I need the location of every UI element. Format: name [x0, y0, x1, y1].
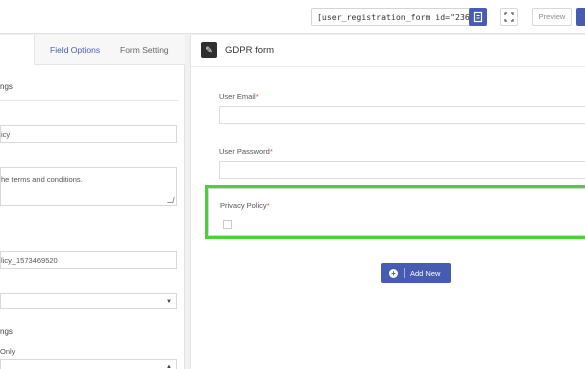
user-email-label: User Email*	[219, 92, 259, 101]
privacy-policy-frame: Privacy Policy*	[208, 188, 585, 236]
edit-title-button[interactable]: ✎	[201, 42, 217, 58]
chevron-down-icon: ▼	[166, 299, 172, 305]
copy-icon	[473, 11, 483, 23]
settings-tabs: Field Options Form Setting	[0, 35, 185, 65]
expand-icon	[504, 12, 514, 22]
privacy-policy-field-selected[interactable]: Privacy Policy*	[205, 185, 585, 239]
user-email-field[interactable]	[219, 106, 585, 124]
general-settings-heading: ngs	[0, 82, 13, 91]
top-toolbar: [user_registration_form id="236"] Previe…	[0, 0, 585, 34]
preview-button[interactable]: Preview	[532, 8, 572, 26]
pencil-icon: ✎	[205, 45, 213, 55]
plus-circle-icon: +	[389, 269, 398, 278]
tab-form-setting[interactable]: Form Setting	[120, 45, 169, 55]
add-new-label: Add New	[410, 269, 441, 278]
user-password-field[interactable]	[219, 161, 585, 179]
form-header: ✎ GDPR form	[191, 35, 585, 67]
shortcode-display[interactable]: [user_registration_form id="236"]	[311, 8, 486, 26]
read-only-label: Only	[0, 347, 16, 356]
divider	[0, 100, 178, 101]
read-only-select[interactable]: ▲	[0, 359, 177, 369]
copy-shortcode-button[interactable]	[469, 8, 487, 26]
description-text: he terms and conditions.	[1, 175, 83, 184]
privacy-policy-checkbox[interactable]	[223, 220, 232, 229]
field-name-input[interactable]: licy_1573469520	[0, 251, 177, 269]
field-select[interactable]: ▼	[0, 293, 177, 309]
tab-field-options[interactable]: Field Options	[50, 45, 100, 55]
field-settings-panel: Field Options Form Setting ngs icy he te…	[0, 35, 185, 369]
user-password-label: User Password*	[219, 147, 273, 156]
tab-previous[interactable]	[0, 35, 35, 65]
save-form-button[interactable]	[576, 8, 585, 26]
add-new-button[interactable]: + Add New	[381, 263, 451, 283]
privacy-policy-label: Privacy Policy*	[220, 201, 270, 210]
advanced-settings-heading: ngs	[0, 327, 13, 336]
resize-handle-icon[interactable]	[167, 197, 175, 203]
button-separator	[404, 268, 405, 278]
form-title: GDPR form	[225, 45, 275, 56]
label-input[interactable]: icy	[0, 125, 177, 143]
form-builder-area: ✎ GDPR form User Email* User Password* P…	[190, 35, 585, 369]
description-textarea[interactable]: he terms and conditions.	[0, 167, 177, 206]
fullscreen-button[interactable]	[500, 8, 518, 26]
chevron-down-icon: ▲	[166, 364, 172, 369]
